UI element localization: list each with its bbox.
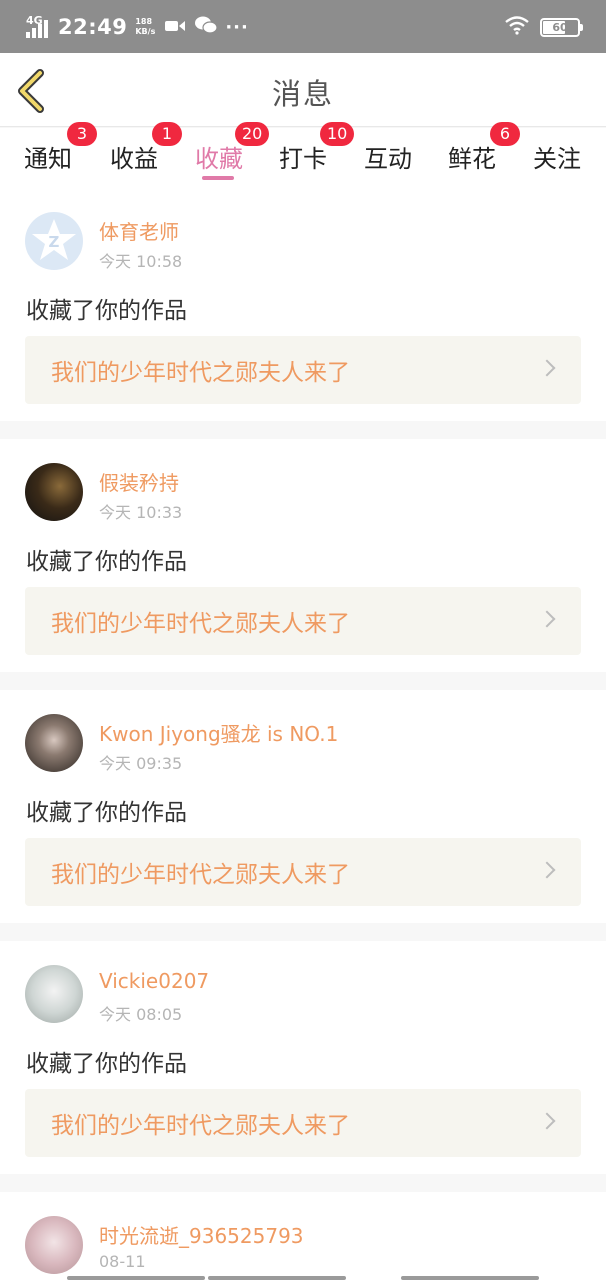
work-title: 我们的少年时代之郧夫人来了 [51, 1113, 350, 1139]
username[interactable]: 假装矜持 [99, 467, 179, 496]
clock: 22:49 [58, 15, 128, 39]
work-link[interactable]: 我们的少年时代之郧夫人来了 [25, 336, 581, 404]
bottom-indicator [401, 1276, 539, 1280]
battery-level: 60 [552, 20, 568, 34]
network-speed: 188 KB/s [135, 17, 156, 36]
tab-label: 收益 [110, 145, 158, 173]
work-title: 我们的少年时代之郧夫人来了 [51, 360, 350, 386]
work-title: 我们的少年时代之郧夫人来了 [51, 862, 350, 888]
tab-label: 打卡 [279, 145, 327, 173]
unread-badge: 3 [67, 122, 97, 146]
action-text: 收藏了你的作品 [26, 298, 187, 324]
work-link[interactable]: 我们的少年时代之郧夫人来了 [25, 587, 581, 655]
video-icon [165, 18, 186, 37]
action-text: 收藏了你的作品 [26, 549, 187, 575]
avatar[interactable] [25, 1216, 83, 1274]
avatar[interactable] [25, 965, 83, 1023]
svg-text:Z: Z [49, 233, 60, 251]
message-card: 假装矜持 今天 10:33 收藏了你的作品 我们的少年时代之郧夫人来了 [0, 439, 606, 672]
username[interactable]: Kwon Jiyong骚龙 is NO.1 [99, 718, 338, 747]
chevron-right-icon [538, 1112, 556, 1130]
chevron-right-icon [538, 359, 556, 377]
message-card: Vickie0207 今天 08:05 收藏了你的作品 我们的少年时代之郧夫人来… [0, 941, 606, 1174]
tab-label: 通知 [24, 145, 72, 173]
unread-badge: 10 [320, 122, 355, 146]
signal-icon: 4G [26, 14, 52, 40]
action-text: 收藏了你的作品 [26, 1051, 187, 1077]
unread-badge: 6 [490, 122, 520, 146]
page-title: 消息 [271, 77, 334, 111]
tab-label: 关注 [533, 145, 581, 173]
default-avatar-icon: Z [32, 219, 76, 260]
top-header: 消息 [0, 53, 606, 127]
message-time: 今天 08:05 [99, 1005, 183, 1024]
chevron-right-icon [538, 610, 556, 628]
wechat-icon [195, 16, 218, 38]
message-card: Kwon Jiyong骚龙 is NO.1 今天 09:35 收藏了你的作品 我… [0, 690, 606, 923]
action-text: 收藏了你的作品 [26, 800, 187, 826]
unread-badge: 20 [235, 122, 270, 146]
tab-bar: 通知 3 收益 1 收藏 20 打卡 10 互动 鲜花 6 关注 [0, 122, 606, 192]
avatar[interactable] [25, 714, 83, 772]
work-title: 我们的少年时代之郧夫人来了 [51, 611, 350, 637]
avatar[interactable] [25, 463, 83, 521]
active-tab-indicator [202, 176, 234, 180]
bottom-indicator [208, 1276, 346, 1280]
battery-icon: 60 [540, 17, 583, 37]
username[interactable]: 时光流逝_936525793 [99, 1220, 304, 1249]
message-card: Z 体育老师 今天 10:58 收藏了你的作品 我们的少年时代之郧夫人来了 [0, 192, 606, 421]
work-link[interactable]: 我们的少年时代之郧夫人来了 [25, 838, 581, 906]
username[interactable]: Vickie0207 [99, 969, 209, 993]
wifi-icon [504, 15, 530, 39]
chevron-right-icon [538, 861, 556, 879]
work-link[interactable]: 我们的少年时代之郧夫人来了 [25, 1089, 581, 1157]
username[interactable]: 体育老师 [99, 216, 179, 245]
avatar[interactable]: Z [25, 212, 83, 270]
message-time: 今天 10:58 [99, 252, 183, 271]
tab-label: 互动 [364, 145, 412, 173]
more-notifications-icon: ··· [225, 16, 249, 38]
tab-label: 收藏 [195, 145, 243, 173]
tab-label: 鲜花 [448, 145, 496, 173]
status-bar: 4G 22:49 188 KB/s ··· 60 [0, 0, 606, 53]
message-time: 今天 09:35 [99, 754, 183, 773]
message-card: 时光流逝_936525793 08-11 [0, 1192, 606, 1280]
bottom-indicator [67, 1276, 205, 1280]
message-time: 08-11 [99, 1252, 146, 1271]
unread-badge: 1 [152, 122, 182, 146]
message-time: 今天 10:33 [99, 503, 183, 522]
